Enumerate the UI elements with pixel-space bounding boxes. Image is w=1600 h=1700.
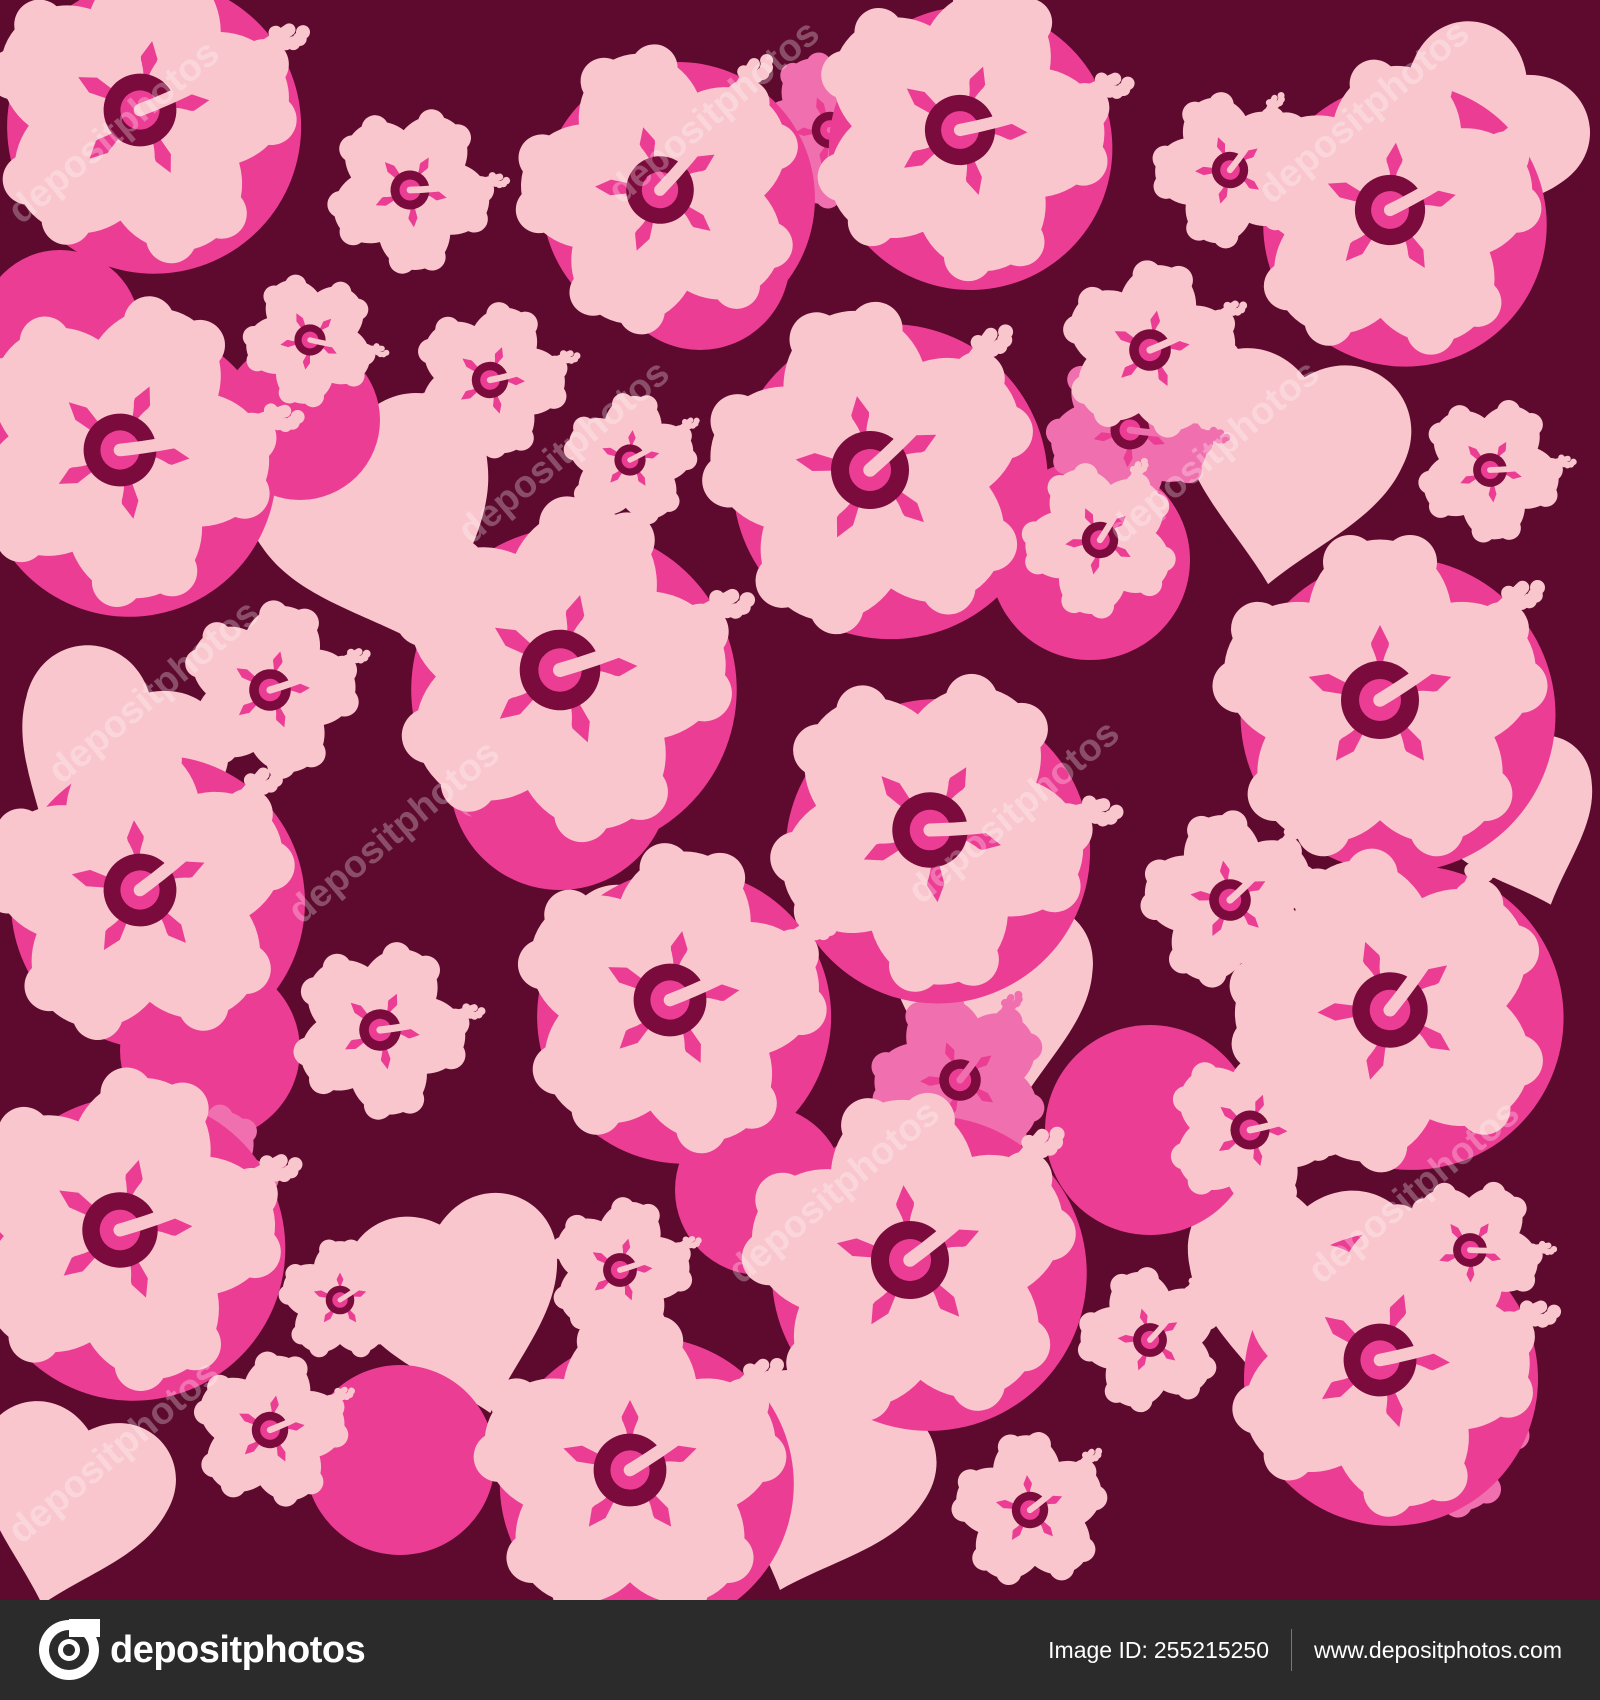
footer-divider bbox=[1290, 1629, 1292, 1671]
image-id-value: 255215250 bbox=[1153, 1636, 1269, 1663]
pattern-canvas bbox=[0, 0, 1600, 1600]
brand-name: depositphotos bbox=[110, 1628, 366, 1671]
hibiscus-pattern-image bbox=[0, 0, 1600, 1600]
petal-shadow bbox=[305, 1365, 495, 1555]
footer-bar: depositphotos Image ID: 255215250 www.de… bbox=[0, 1600, 1600, 1700]
brand-logo-group[interactable]: depositphotos bbox=[38, 1619, 366, 1681]
depositphotos-logo-icon bbox=[39, 1619, 100, 1680]
image-id-label: Image ID: bbox=[1048, 1636, 1148, 1663]
site-url-link[interactable]: www.depositphotos.com bbox=[1314, 1637, 1562, 1664]
image-info: Image ID: 255215250 www.depositphotos.co… bbox=[1048, 1629, 1562, 1671]
